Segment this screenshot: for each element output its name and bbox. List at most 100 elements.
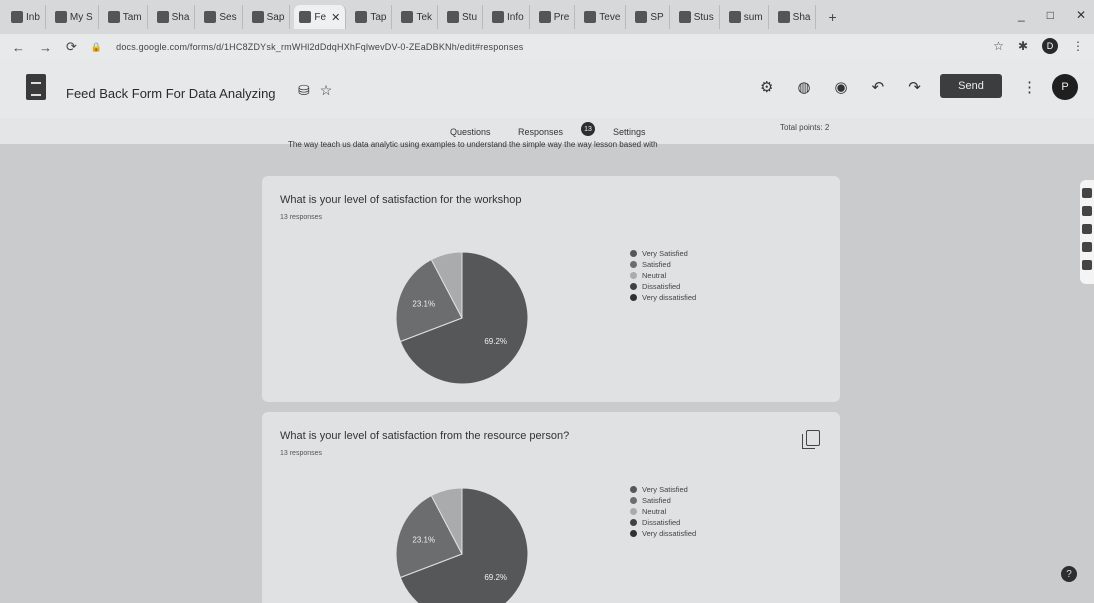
browser-tab[interactable]: Tek — [396, 5, 438, 29]
legend-label: Dissatisfied — [642, 282, 681, 291]
legend-label: Dissatisfied — [642, 518, 681, 527]
add-section-icon[interactable] — [1082, 260, 1092, 270]
import-questions-icon[interactable] — [1082, 206, 1092, 216]
browser-tab[interactable]: Teve — [579, 5, 627, 29]
legend-item: Neutral — [630, 506, 696, 517]
undo-icon[interactable]: ↶ — [872, 78, 885, 96]
url-field[interactable]: docs.google.com/forms/d/1HC8ZDYsk_rmWHl2… — [116, 42, 523, 52]
browser-tab-label: Stu — [462, 11, 478, 23]
close-tab-icon[interactable]: ✕ — [331, 11, 340, 24]
legend-swatch — [630, 486, 637, 493]
browser-tab[interactable]: SP — [630, 5, 670, 29]
forms-icon — [251, 11, 264, 23]
legend-item: Very dissatisfied — [630, 292, 696, 303]
browser-tab-label: SP — [650, 11, 664, 23]
forms-icon — [492, 11, 505, 23]
legend-label: Very Satisfied — [642, 249, 688, 258]
browser-tab-label: Sha — [792, 11, 811, 23]
question-title: What is your level of satisfaction for t… — [280, 194, 522, 206]
browser-tab[interactable]: Stu — [442, 5, 484, 29]
site-info-icon[interactable]: 🔒 — [91, 42, 102, 53]
browser-tab[interactable]: sum — [724, 5, 769, 29]
account-avatar[interactable]: P — [1052, 74, 1078, 100]
legend-item: Dissatisfied — [630, 281, 696, 292]
browser-tab[interactable]: Info — [487, 5, 530, 29]
form-title[interactable]: Feed Back Form For Data Analyzing — [66, 86, 276, 101]
new-tab-button[interactable]: + — [820, 9, 844, 25]
tab-questions[interactable]: Questions — [450, 127, 491, 137]
browser-tab[interactable]: Tap — [350, 5, 393, 29]
browser-tab-label: My S — [69, 11, 93, 23]
palette-icon[interactable]: ◍ — [797, 78, 810, 96]
extensions-icon[interactable]: ✱ — [1018, 39, 1028, 53]
browser-tab-label: Fe — [314, 11, 327, 23]
profile-avatar[interactable]: D — [1042, 38, 1058, 54]
add-image-icon[interactable] — [1082, 242, 1092, 252]
browser-menu-icon[interactable]: ⋮ — [1072, 39, 1084, 53]
legend-swatch — [630, 519, 637, 526]
add-title-icon[interactable] — [1082, 224, 1092, 234]
browser-tab-label: Ses — [219, 11, 237, 23]
image-icon — [728, 11, 741, 23]
legend-item: Satisfied — [630, 259, 696, 270]
browser-tab-label: Sha — [171, 11, 190, 23]
drive-icon — [156, 11, 169, 23]
browser-tab-label: Inb — [26, 11, 40, 23]
addon-icon[interactable]: ⚙ — [760, 78, 773, 96]
legend-item: Neutral — [630, 270, 696, 281]
gmail-icon — [11, 11, 23, 23]
browser-tab[interactable]: Fe ✕ — [294, 5, 347, 29]
browser-tab-label: Pre — [553, 11, 570, 23]
form-description: The way teach us data analytic using exa… — [288, 140, 658, 149]
total-points: Total points: 2 — [780, 123, 830, 132]
legend-swatch — [630, 497, 637, 504]
legend-swatch — [630, 261, 637, 268]
pie-chart: 69.2% 23.1% — [395, 487, 529, 603]
browser-tab[interactable]: Inb — [6, 5, 46, 29]
copy-chart-icon[interactable] — [802, 430, 820, 449]
legend-item: Very Satisfied — [630, 484, 696, 495]
question-card: What is your level of satisfaction from … — [262, 412, 840, 603]
tab-responses[interactable]: Responses — [518, 127, 563, 137]
tab-settings[interactable]: Settings — [613, 127, 646, 137]
star-icon[interactable]: ☆ — [320, 82, 333, 99]
legend-label: Satisfied — [642, 260, 671, 269]
minimize-button[interactable]: _ — [1018, 8, 1025, 22]
redo-icon[interactable]: ↷ — [908, 78, 921, 96]
browser-tab-label: Tek — [416, 11, 432, 23]
forms-icon — [299, 11, 312, 23]
reload-icon[interactable]: ⟳ — [66, 39, 77, 55]
bookmark-star-icon[interactable]: ☆ — [993, 39, 1004, 53]
classroom-icon — [107, 11, 120, 23]
more-options-icon[interactable]: ⋮ — [1022, 78, 1037, 96]
forms-logo-icon[interactable] — [26, 74, 46, 100]
maximize-button[interactable]: □ — [1047, 8, 1054, 22]
legend-label: Very dissatisfied — [642, 529, 697, 538]
browser-tab[interactable]: Tam — [103, 5, 148, 29]
browser-tab-label: Sap — [266, 11, 285, 23]
browser-tab-label: sum — [743, 11, 763, 23]
send-button[interactable]: Send — [940, 74, 1002, 98]
browser-tab[interactable]: Ses — [199, 5, 243, 29]
help-icon[interactable]: ? — [1061, 566, 1077, 582]
browser-tab[interactable]: Sap — [247, 5, 291, 29]
move-to-folder-icon[interactable]: ⛁ — [298, 82, 310, 99]
legend-label: Neutral — [642, 271, 667, 280]
preview-eye-icon[interactable]: ◉ — [835, 78, 848, 96]
legend-item: Satisfied — [630, 495, 696, 506]
browser-tab[interactable]: My S — [50, 5, 99, 29]
browser-tab[interactable]: Sha — [773, 5, 817, 29]
browser-tab-label: Stus — [693, 11, 714, 23]
legend-label: Neutral — [642, 507, 667, 516]
browser-tab[interactable]: Stus — [674, 5, 720, 29]
add-question-icon[interactable] — [1082, 188, 1092, 198]
close-window-button[interactable]: ✕ — [1076, 8, 1086, 22]
back-icon[interactable]: ← — [12, 40, 25, 55]
response-count: 13 responses — [280, 214, 323, 221]
browser-tab-label: Info — [507, 11, 524, 23]
forward-icon[interactable]: → — [39, 40, 52, 55]
browser-tab[interactable]: Sha — [152, 5, 196, 29]
legend-swatch — [630, 530, 637, 537]
drive-icon — [54, 11, 67, 23]
browser-tab[interactable]: Pre — [534, 5, 576, 29]
